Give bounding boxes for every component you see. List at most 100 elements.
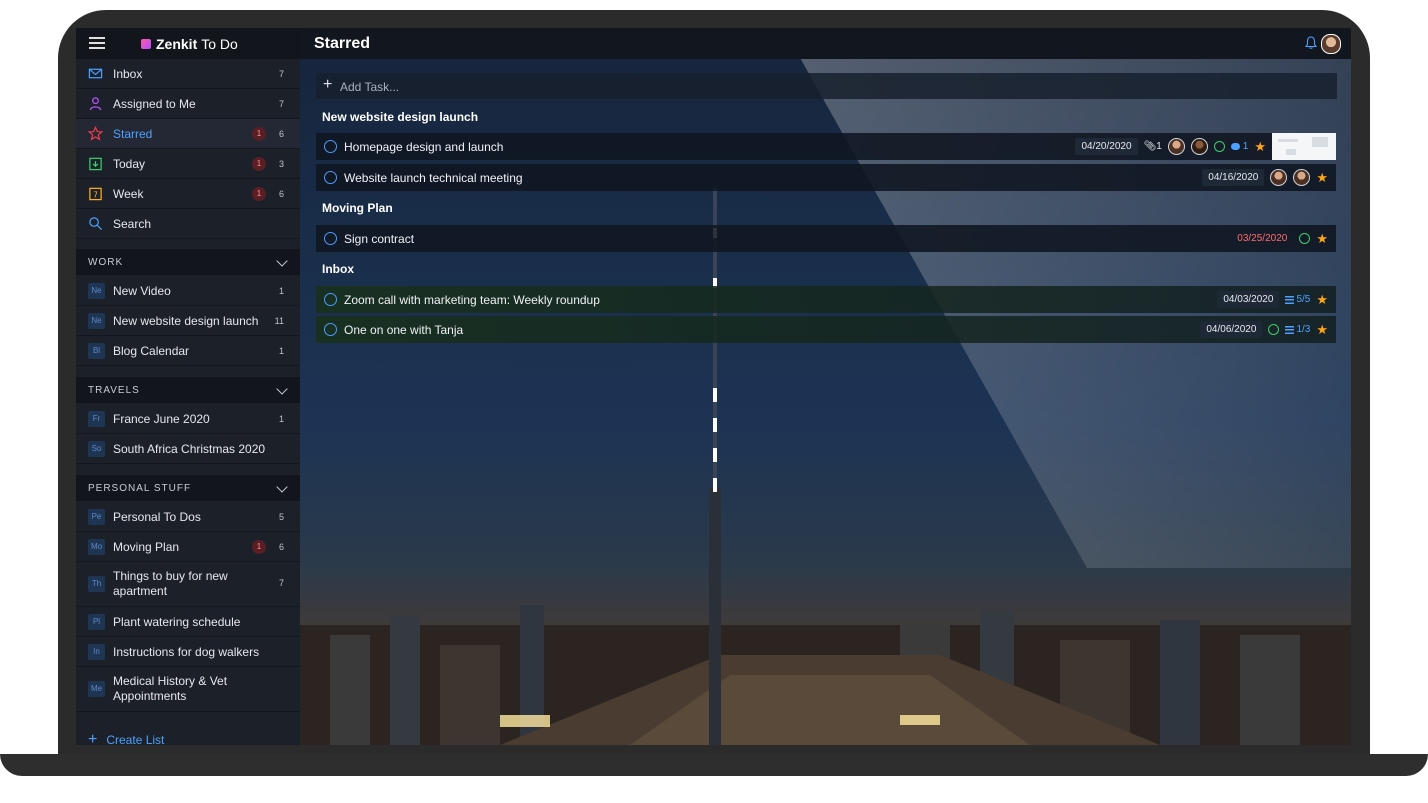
list-item[interactable]: Ne New website design launch 11 (76, 306, 300, 336)
nav-count: 6 (278, 188, 284, 199)
nav-count: 7 (278, 68, 284, 79)
inbox-icon (88, 68, 103, 79)
checklist-progress: 5/5 (1296, 294, 1311, 305)
section-header-work[interactable]: WORK (76, 249, 300, 275)
add-task-input[interactable]: + Add Task... (316, 73, 1337, 99)
star-icon[interactable]: ★ (1316, 292, 1328, 308)
list-item[interactable]: Th Things to buy for new apartment 7 (76, 562, 300, 607)
list-item[interactable]: Pl Plant watering schedule (76, 607, 300, 637)
task-title: Website launch technical meeting (344, 171, 523, 185)
task-title: Sign contract (344, 232, 415, 246)
zenkit-logo-icon (141, 39, 151, 49)
brand-name: Zenkit (156, 36, 198, 52)
due-date-overdue[interactable]: 03/25/2020 (1231, 230, 1293, 247)
list-item[interactable]: Mo Moving Plan 1 6 (76, 532, 300, 562)
checklist-progress: 1/3 (1296, 324, 1311, 335)
main-header: Starred (300, 28, 1351, 59)
bell-icon[interactable] (1305, 36, 1317, 49)
sidebar: Zenkit To Do Inbox 7 Assigned to Me 7 St… (76, 28, 300, 745)
user-avatar[interactable] (1321, 34, 1341, 54)
assignee-avatar (1270, 169, 1288, 186)
task-title: Homepage design and launch (344, 140, 504, 154)
task-row[interactable]: Website launch technical meeting 04/16/2… (316, 164, 1336, 191)
task-checkbox[interactable] (324, 232, 337, 245)
chevron-down-icon[interactable] (276, 383, 288, 395)
star-icon[interactable]: ★ (1316, 170, 1328, 186)
overdue-badge: 1 (252, 156, 266, 171)
list-abbr-icon: Me (88, 681, 105, 697)
list-label: Instructions for dog walkers (113, 645, 260, 659)
app-logo: Zenkit To Do (141, 36, 238, 52)
task-row[interactable]: Sign contract 03/25/2020 ★ (316, 225, 1336, 252)
section-header-personal[interactable]: PERSONAL STUFF (76, 475, 300, 501)
nav-count: 6 (278, 128, 284, 139)
task-meta: 04/20/2020 📎︎1 1 ★ (1075, 133, 1336, 160)
plus-icon: + (323, 76, 333, 93)
nav-item-inbox[interactable]: Inbox 7 (76, 59, 300, 89)
nav-item-today[interactable]: Today 1 3 (76, 149, 300, 179)
due-date[interactable]: 04/03/2020 (1217, 291, 1280, 308)
due-date[interactable]: 04/20/2020 (1075, 138, 1138, 155)
group-title: Inbox (322, 262, 354, 276)
list-item[interactable]: In Instructions for dog walkers (76, 637, 300, 667)
overdue-badge: 1 (252, 540, 266, 554)
paperclip-icon: 📎︎ (1143, 141, 1157, 152)
nav-item-search[interactable]: Search (76, 209, 300, 239)
list-abbr-icon: Fr (88, 411, 105, 427)
create-list-label: Create List (106, 733, 165, 745)
task-checkbox[interactable] (324, 140, 337, 153)
list-label: France June 2020 (113, 412, 210, 426)
due-date[interactable]: 04/06/2020 (1200, 321, 1263, 338)
list-abbr-icon: Th (88, 576, 105, 592)
list-label: Plant watering schedule (113, 615, 241, 629)
task-checkbox[interactable] (324, 171, 337, 184)
due-date[interactable]: 04/16/2020 (1202, 169, 1265, 186)
star-icon[interactable]: ★ (1316, 322, 1328, 338)
star-icon[interactable]: ★ (1316, 231, 1328, 247)
overdue-badge: 1 (252, 126, 266, 141)
star-icon[interactable]: ★ (1254, 139, 1266, 155)
attachment-count: 1 (1156, 141, 1162, 152)
chevron-down-icon[interactable] (276, 481, 288, 493)
menu-icon[interactable] (89, 37, 105, 49)
list-label: South Africa Christmas 2020 (113, 442, 266, 456)
list-item[interactable]: Me Medical History & Vet Appointments (76, 667, 300, 712)
nav-label: Week (113, 186, 144, 201)
chevron-down-icon[interactable] (276, 255, 288, 267)
list-item[interactable]: Ne New Video 1 (76, 276, 300, 306)
task-row[interactable]: One on one with Tanja 04/06/2020 1/3 ★ (316, 316, 1336, 343)
main-panel: Starred + Add Task... New website design… (300, 28, 1351, 745)
section-title: TRAVELS (88, 384, 140, 396)
list-item[interactable]: So South Africa Christmas 2020 (76, 434, 300, 464)
list-item[interactable]: Pe Personal To Dos 5 (76, 502, 300, 532)
list-abbr-icon: Pe (88, 509, 105, 525)
list-label: Blog Calendar (113, 344, 190, 358)
product-name: To Do (201, 36, 238, 52)
list-item[interactable]: Bl Blog Calendar 1 (76, 336, 300, 366)
create-list-button[interactable]: + Create List (88, 731, 164, 745)
alarm-icon (1268, 324, 1280, 335)
assignee-avatar (1293, 169, 1311, 186)
nav-item-starred[interactable]: Starred 1 6 (76, 119, 300, 149)
nav-item-assigned[interactable]: Assigned to Me 7 (76, 89, 300, 119)
checklist-icon (1285, 325, 1295, 334)
list-abbr-icon: So (88, 441, 105, 457)
task-row[interactable]: Homepage design and launch 04/20/2020 📎︎… (316, 133, 1336, 160)
nav-item-week[interactable]: 7 Week 1 6 (76, 179, 300, 209)
nav-count: 3 (278, 158, 284, 169)
task-meta: 03/25/2020 ★ (1231, 225, 1328, 252)
task-checkbox[interactable] (324, 323, 337, 336)
task-checkbox[interactable] (324, 293, 337, 306)
list-abbr-icon: Ne (88, 283, 105, 299)
app-window: Zenkit To Do Inbox 7 Assigned to Me 7 St… (76, 28, 1351, 745)
list-abbr-icon: In (88, 644, 105, 660)
sidebar-header: Zenkit To Do (76, 28, 300, 59)
task-row[interactable]: Zoom call with marketing team: Weekly ro… (316, 286, 1336, 313)
list-count: 6 (278, 542, 284, 552)
week-calendar-icon: 7 (89, 187, 102, 201)
attachment-thumbnail[interactable] (1272, 133, 1336, 160)
section-header-travels[interactable]: TRAVELS (76, 377, 300, 403)
list-item[interactable]: Fr France June 2020 1 (76, 404, 300, 434)
list-count: 1 (278, 286, 284, 296)
alarm-icon (1299, 233, 1311, 244)
